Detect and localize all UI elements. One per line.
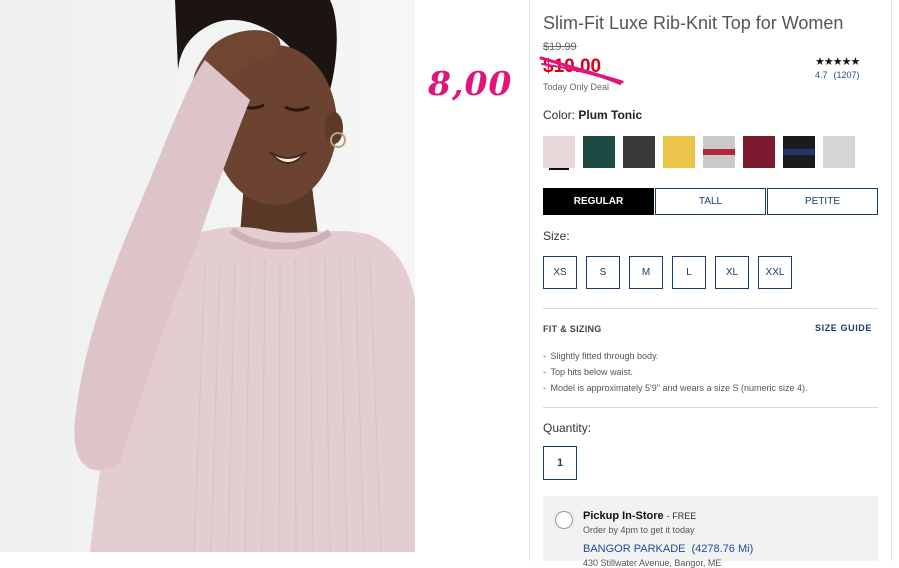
size-option-m[interactable]: M (629, 256, 663, 289)
model-photo-illustration (74, 0, 415, 552)
pickup-option[interactable]: Pickup In-Store - FREE Order by 4pm to g… (543, 496, 878, 568)
pickup-title: Pickup In-Store - FREE (583, 510, 696, 522)
fit-sizing-list: Slightly fitted through body.Top hits be… (543, 348, 808, 396)
pickup-free-label: - FREE (666, 511, 697, 521)
color-swatch-dark-green[interactable] (583, 136, 615, 168)
store-distance: (4278.76 Mi) (691, 543, 754, 555)
deal-label: Today Only Deal (543, 82, 610, 92)
swatch-stripe (783, 149, 815, 155)
rating-value: 4.7 (815, 70, 828, 80)
store-address: 430 Stillwater Avenue, Bangor, ME (583, 558, 722, 568)
size-guide-link[interactable]: SIZE GUIDE (815, 323, 872, 333)
quantity-input[interactable]: 1 (543, 446, 577, 480)
size-option-xl[interactable]: XL (715, 256, 749, 289)
color-swatch-heather-gray-red-stripe[interactable] (703, 136, 735, 168)
color-label-text: Color: (543, 108, 576, 122)
size-label: Size: (543, 229, 570, 243)
size-option-xxl[interactable]: XXL (758, 256, 792, 289)
color-swatch-burgundy[interactable] (743, 136, 775, 168)
fit-option-tall[interactable]: TALL (655, 188, 766, 215)
color-swatch-mustard[interactable] (663, 136, 695, 168)
size-option-l[interactable]: L (672, 256, 706, 289)
size-selector: XS S M L XL XXL (543, 256, 792, 289)
size-option-s[interactable]: S (586, 256, 620, 289)
fit-sizing-item: Slightly fitted through body. (543, 348, 808, 364)
divider (543, 308, 878, 309)
quantity-label: Quantity: (543, 421, 592, 435)
color-label: Color: Plum Tonic (543, 108, 642, 122)
color-swatch-light-heather-gray[interactable] (823, 136, 855, 168)
pickup-radio[interactable] (555, 511, 573, 529)
color-swatch-black-navy-stripe[interactable] (783, 136, 815, 168)
panel-divider-right (891, 0, 892, 561)
color-swatch-plum-tonic[interactable] (543, 136, 575, 168)
selected-color-name: Plum Tonic (578, 108, 643, 122)
rating-summary[interactable]: 4.7 (1207) (815, 70, 860, 80)
fit-option-petite[interactable]: PETITE (767, 188, 878, 215)
review-count[interactable]: (1207) (834, 70, 860, 80)
fit-sizing-item: Model is approximately 5'9" and wears a … (543, 380, 808, 396)
fit-sizing-item: Top hits below waist. (543, 364, 808, 380)
swatch-stripe (703, 149, 735, 155)
product-title: Slim-Fit Luxe Rib-Knit Top for Women (543, 13, 844, 33)
divider (543, 407, 878, 408)
fit-selector: REGULAR TALL PETITE (543, 188, 879, 215)
panel-divider-left (529, 0, 530, 561)
store-link[interactable]: BANGOR PARKADE (4278.76 Mi) (583, 543, 753, 555)
product-photo[interactable] (0, 0, 415, 552)
size-option-xs[interactable]: XS (543, 256, 577, 289)
color-swatches (543, 136, 855, 168)
handwritten-price-annotation: 8,00 (428, 64, 513, 103)
pickup-title-text: Pickup In-Store (583, 510, 664, 522)
rating-stars-icon[interactable]: ★★★★★ (815, 55, 860, 68)
fit-option-regular[interactable]: REGULAR (543, 188, 654, 215)
fit-sizing-heading: FIT & SIZING (543, 324, 602, 334)
color-swatch-charcoal[interactable] (623, 136, 655, 168)
store-name[interactable]: BANGOR PARKADE (583, 543, 686, 555)
pickup-subtitle: Order by 4pm to get it today (583, 525, 695, 535)
